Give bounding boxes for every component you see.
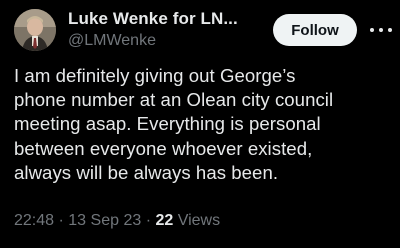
tweet-time[interactable]: 22:48 bbox=[14, 212, 54, 229]
meta-separator: · bbox=[145, 212, 152, 229]
views-label: Views bbox=[177, 212, 221, 229]
more-options-icon[interactable] bbox=[370, 20, 392, 40]
author-handle[interactable]: @LMWenke bbox=[68, 32, 156, 50]
profile-photo-icon bbox=[14, 9, 56, 51]
tweet-text: I am definitely giving out George’s phon… bbox=[14, 65, 334, 183]
author-display-name[interactable]: Luke Wenke for LN... bbox=[68, 9, 238, 29]
tweet-date[interactable]: 13 Sep 23 bbox=[68, 212, 141, 229]
meta-separator: · bbox=[58, 212, 64, 229]
tweet-meta: 22:48 · 13 Sep 23 · 22 Views bbox=[14, 212, 220, 230]
views-count[interactable]: 22 bbox=[155, 212, 173, 229]
avatar[interactable] bbox=[14, 9, 56, 51]
follow-button[interactable]: Follow bbox=[273, 14, 357, 46]
